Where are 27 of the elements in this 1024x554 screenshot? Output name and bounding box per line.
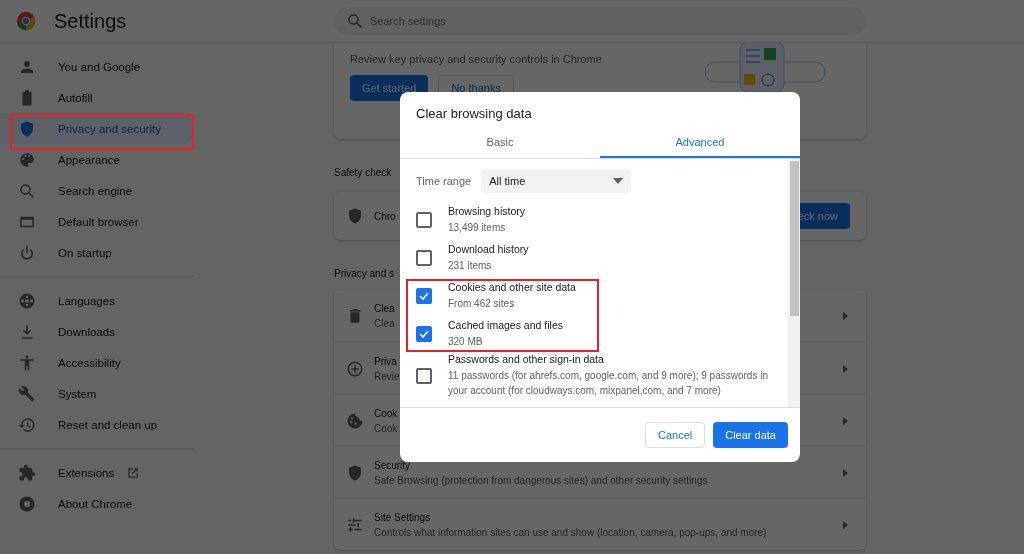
option-title: Download history bbox=[448, 243, 529, 255]
card-description: Review key privacy and security controls in Chrome bbox=[350, 53, 603, 65]
row-title: Clea bbox=[374, 303, 395, 314]
row-title: Priva bbox=[374, 355, 397, 367]
row-title: Security bbox=[374, 459, 411, 471]
safety-check-text: Chro bbox=[374, 210, 396, 222]
row-description: Controls what information sites can use and show (location, camera, pop-ups, and more) bbox=[374, 526, 767, 538]
row-title: Site Settings bbox=[374, 511, 431, 523]
option-detail: From 462 sites bbox=[448, 297, 516, 311]
option-detail: 13,499 items bbox=[448, 221, 507, 235]
time-range-label: Time range bbox=[416, 175, 472, 187]
option-detail: 11 passwords (for ahrefs.com, google.com, and 9 more); 9 passwords in your account (for cloudways.com, mixpanel.com, and 7 more) bbox=[448, 369, 769, 398]
dialog-title: Clear browsing data bbox=[415, 105, 533, 123]
option-title: Cached images and files bbox=[448, 319, 563, 331]
row-description: Clea bbox=[374, 318, 395, 329]
option-detail: 320 MB bbox=[448, 335, 484, 349]
option-detail: 231 items bbox=[448, 259, 493, 273]
row-description: Revie bbox=[374, 370, 400, 382]
section-heading: Safety check bbox=[334, 167, 392, 178]
option-title: Passwords and other sign-in data bbox=[448, 353, 605, 365]
option-title: Cookies and other site data bbox=[448, 281, 576, 293]
row-description: Safe Browsing (protection from dangerous sites) and other security settings bbox=[374, 474, 708, 486]
option-title: Browsing history bbox=[448, 205, 526, 217]
row-description: Cook bbox=[374, 422, 398, 434]
row-title: Cook bbox=[374, 407, 398, 419]
section-heading: Privacy and s bbox=[334, 268, 395, 279]
page-title: Settings bbox=[54, 9, 127, 33]
